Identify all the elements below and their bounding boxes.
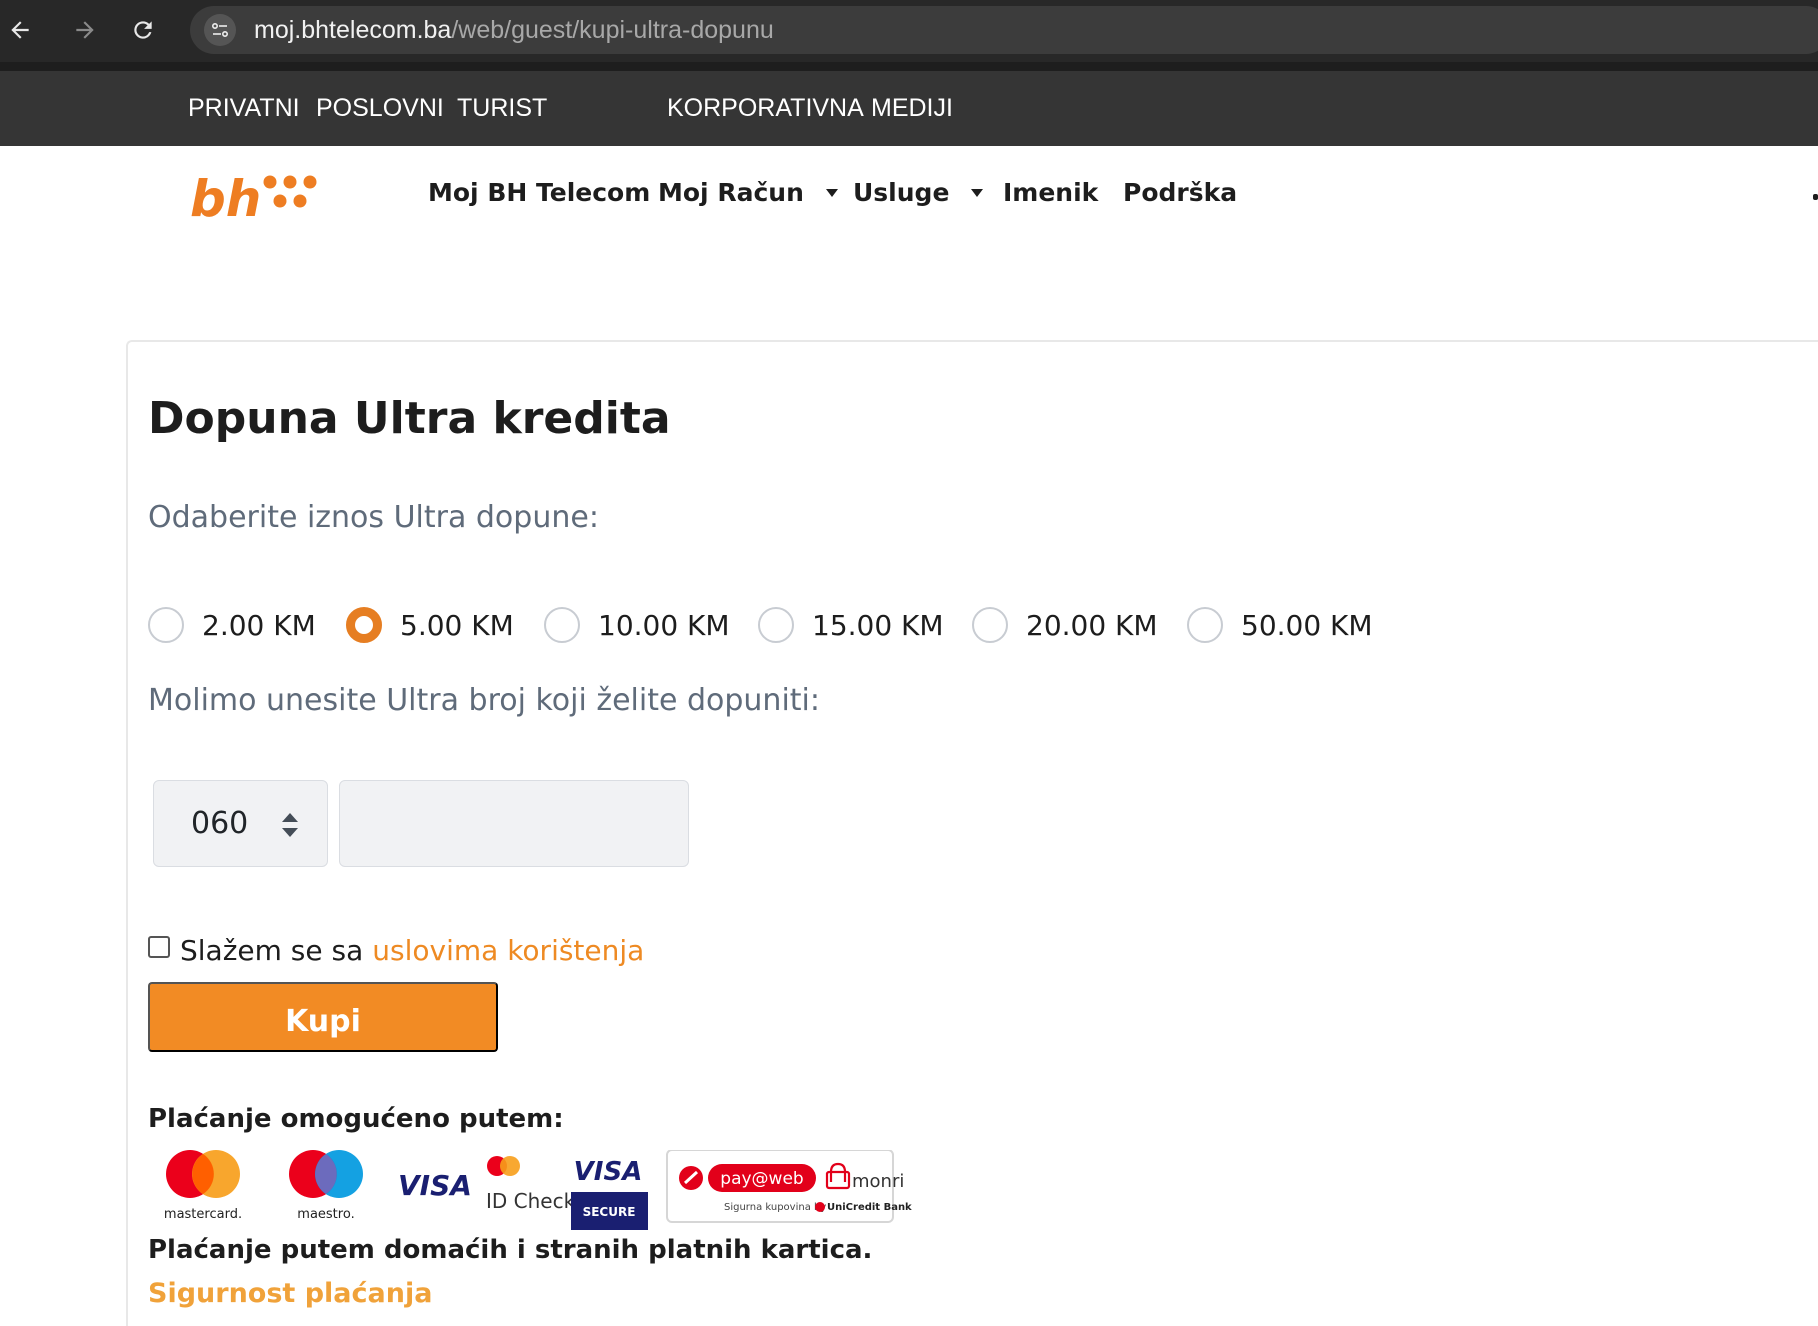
nav-moj-racun[interactable]: Moj Račun xyxy=(658,173,838,213)
amount-radio-5[interactable]: 5.00 KM xyxy=(346,603,514,647)
nav-label: Moj BH Telecom xyxy=(428,178,651,207)
maestro-logo: maestro. xyxy=(289,1150,363,1222)
terms-checkbox[interactable] xyxy=(148,935,170,958)
idcheck-logo: ID Check xyxy=(486,1156,576,1213)
nav-moj-bh-telecom[interactable]: Moj BH Telecom xyxy=(428,173,650,213)
phone-number-input[interactable] xyxy=(339,780,689,867)
svg-text:SECURE: SECURE xyxy=(583,1205,636,1219)
visa-secure-logo: VISA SECURE xyxy=(571,1157,648,1230)
buy-button[interactable]: Kupi xyxy=(148,982,498,1052)
amount-radio-10[interactable]: 10.00 KM xyxy=(544,603,730,647)
nav-label: Usluge xyxy=(853,178,950,207)
payment-security-link[interactable]: Sigurnost plaćanja xyxy=(148,1278,432,1309)
nav-label: Moj Račun xyxy=(658,178,804,207)
amount-radio-50[interactable]: 50.00 KM xyxy=(1187,603,1373,647)
segment-poslovni[interactable]: POSLOVNI xyxy=(316,71,444,146)
nav-usluge[interactable]: Usluge xyxy=(853,173,984,213)
terms-label: Slažem se sa xyxy=(180,934,364,967)
radio-circle[interactable] xyxy=(758,607,794,643)
chrome-divider xyxy=(0,62,1818,71)
idcheck-text: ID Check xyxy=(486,1189,576,1213)
url-host: moj.bhtelecom.ba xyxy=(254,16,452,44)
amount-radio-20[interactable]: 20.00 KM xyxy=(972,603,1158,647)
segment-privatni[interactable]: PRIVATNI xyxy=(188,71,300,146)
radio-circle[interactable] xyxy=(1187,607,1223,643)
cut-off-nav-item xyxy=(1813,194,1818,200)
terms-link[interactable]: uslovima korištenja xyxy=(372,934,644,967)
visa-logo: VISA xyxy=(398,1169,472,1202)
svg-text:pay@web: pay@web xyxy=(720,1169,803,1189)
terms-row: Slažem se sa uslovima korištenja xyxy=(148,934,644,967)
segment-menu: PRIVATNI POSLOVNI TURIST KORPORATIVNA ME… xyxy=(0,71,1818,146)
url-path: /web/guest/kupi-ultra-dopunu xyxy=(451,16,774,44)
browser-toolbar: moj.bhtelecom.ba/web/guest/kupi-ultra-do… xyxy=(0,0,1818,62)
updown-arrows-icon xyxy=(282,813,298,837)
nav-label: Podrška xyxy=(1123,178,1238,207)
arrow-left-icon xyxy=(11,21,29,39)
reload-button[interactable] xyxy=(125,12,161,48)
page-title: Dopuna Ultra kredita xyxy=(148,393,671,444)
url-text[interactable]: moj.bhtelecom.ba/web/guest/kupi-ultra-do… xyxy=(254,6,774,54)
maestro-text: maestro. xyxy=(297,1207,354,1222)
segment-korporativna[interactable]: KORPORATIVNA xyxy=(667,71,864,146)
payment-logos: mastercard. maestro. VISA ID Check VISA … xyxy=(164,1150,912,1230)
reload-icon xyxy=(134,21,152,39)
arrow-right-icon xyxy=(76,21,94,39)
payment-note: Plaćanje putem domaćih i stranih platnih… xyxy=(148,1235,873,1265)
nav-label: Imenik xyxy=(1003,178,1099,207)
radio-circle[interactable] xyxy=(148,607,184,643)
radio-circle[interactable] xyxy=(972,607,1008,643)
nav-imenik[interactable]: Imenik xyxy=(1003,173,1098,213)
amount-label: 2.00 KM xyxy=(202,608,316,642)
amount-radio-15[interactable]: 15.00 KM xyxy=(758,603,944,647)
payment-methods-label: Plaćanje omogućeno putem: xyxy=(148,1104,564,1134)
back-button[interactable] xyxy=(2,12,38,48)
address-bar[interactable]: moj.bhtelecom.ba/web/guest/kupi-ultra-do… xyxy=(190,6,1818,54)
amount-label: 50.00 KM xyxy=(1241,608,1373,642)
mastercard-text: mastercard. xyxy=(164,1207,242,1222)
site-info-icon[interactable] xyxy=(204,14,236,46)
nav-podrska[interactable]: Podrška xyxy=(1123,173,1237,213)
bh-telecom-logo[interactable]: bh xyxy=(190,168,330,224)
radio-circle-selected[interactable] xyxy=(346,607,382,643)
amount-label: 20.00 KM xyxy=(1026,608,1158,642)
payweb-monri-logo: pay@web monri Sigurna kupovina by UniCre… xyxy=(666,1150,912,1223)
prefix-select[interactable]: 060 xyxy=(153,780,328,867)
segment-mediji[interactable]: MEDIJI xyxy=(871,71,953,146)
amount-radio-2[interactable]: 2.00 KM xyxy=(148,603,316,647)
amount-label: 15.00 KM xyxy=(812,608,944,642)
amount-label: 10.00 KM xyxy=(598,608,730,642)
caret-down-icon xyxy=(971,189,984,197)
amount-prompt: Odaberite iznos Ultra dopune: xyxy=(148,500,599,535)
radio-circle[interactable] xyxy=(544,607,580,643)
number-prompt: Molimo unesite Ultra broj koji želite do… xyxy=(148,683,820,718)
svg-text:VISA: VISA xyxy=(574,1157,643,1187)
svg-text:UniCredit Bank: UniCredit Bank xyxy=(827,1202,912,1213)
caret-down-icon xyxy=(825,189,838,197)
svg-text:monri: monri xyxy=(852,1171,904,1192)
mastercard-logo: mastercard. xyxy=(164,1150,242,1222)
segment-turist[interactable]: TURIST xyxy=(457,71,547,146)
prefix-value: 060 xyxy=(191,806,249,841)
logo-text: bh xyxy=(190,170,261,224)
forward-button[interactable] xyxy=(67,12,103,48)
amount-label: 5.00 KM xyxy=(400,608,514,642)
svg-text:Sigurna kupovina by: Sigurna kupovina by xyxy=(724,1202,826,1213)
